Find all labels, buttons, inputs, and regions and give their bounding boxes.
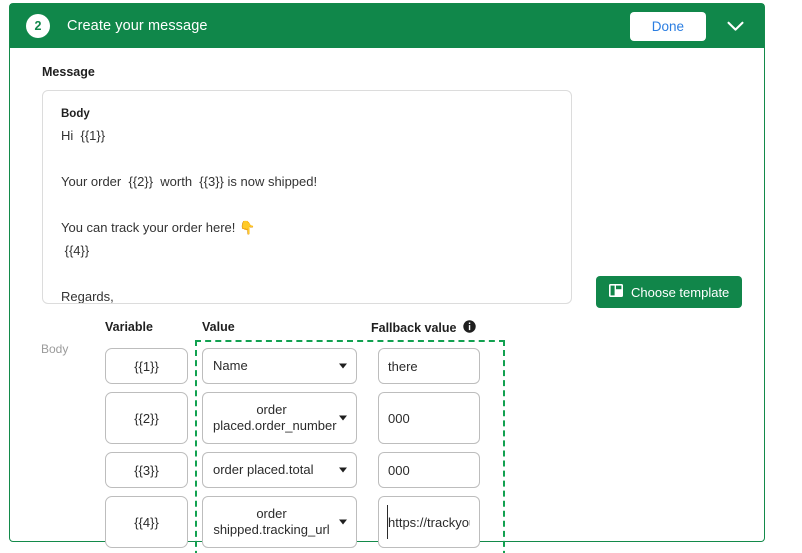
chevron-down-icon[interactable]: [718, 9, 752, 43]
variable-pill: {{1}}: [105, 348, 188, 384]
screen: 2 Create your message Done Message Body …: [0, 0, 802, 553]
value-select[interactable]: order shipped.tracking_url: [202, 496, 357, 548]
message-line-4: {{4}}: [61, 243, 90, 258]
card-header: 2 Create your message Done: [10, 4, 764, 48]
message-section-label: Message: [42, 65, 95, 79]
column-header-fallback-label: Fallback value: [371, 321, 457, 335]
value-select[interactable]: Name: [202, 348, 357, 384]
message-body-textarea[interactable]: Body Hi {{1}} Your order {{2}} worth {{3…: [42, 90, 572, 304]
info-icon[interactable]: [463, 320, 477, 336]
table-row: {{3}} order placed.total 000: [10, 452, 764, 488]
value-select-label: order placed.total: [213, 462, 314, 477]
variable-pill: {{4}}: [105, 496, 188, 548]
value-select-label: order placed.order_number: [213, 402, 337, 433]
chevron-down-icon: [339, 363, 347, 369]
message-blank-3: [61, 262, 553, 285]
table-row: {{2}} order placed.order_number 000: [10, 392, 764, 444]
message-line-1: Hi {{1}}: [61, 128, 106, 143]
variable-pill: {{3}}: [105, 452, 188, 488]
table-column-headers: Variable Value Fallback value: [10, 320, 764, 340]
message-line-3-text: You can track your order here!: [61, 220, 240, 235]
message-body-caption: Body: [61, 108, 90, 120]
message-line-2: Your order {{2}} worth {{3}} is now ship…: [61, 174, 318, 189]
message-blank-1: [61, 147, 553, 170]
page-title: Create your message: [67, 18, 208, 34]
message-line-5: Regards,: [61, 289, 114, 304]
variable-pill-label: {{4}}: [134, 514, 159, 530]
column-header-value: Value: [202, 320, 235, 334]
column-header-fallback: Fallback value: [371, 320, 477, 336]
chevron-down-icon: [339, 415, 347, 421]
chevron-down-icon: [339, 519, 347, 525]
fallback-value-text: 000: [388, 462, 410, 478]
column-header-variable: Variable: [105, 320, 153, 334]
table-row: {{4}} order shipped.tracking_url https://t…: [10, 496, 764, 548]
fallback-value-input[interactable]: there: [378, 348, 480, 384]
step-number-badge: 2: [26, 14, 50, 38]
variable-pill-label: {{2}}: [134, 410, 159, 426]
variable-pill-label: {{1}}: [134, 358, 159, 374]
create-message-card: 2 Create your message Done Message Body …: [9, 3, 765, 553]
template-layout-icon: [609, 284, 623, 300]
fallback-value-text: https://trackyourorder.com: [388, 514, 470, 530]
card-body: Message Body Hi {{1}} Your order {{2}} w…: [10, 48, 764, 553]
variable-pill-label: {{3}}: [134, 462, 159, 478]
chevron-down-icon: [339, 467, 347, 473]
table-row: {{1}} Name there: [10, 348, 764, 384]
variable-pill: {{2}}: [105, 392, 188, 444]
choose-template-label: Choose template: [631, 284, 730, 300]
value-select[interactable]: order placed.total: [202, 452, 357, 488]
fallback-value-input[interactable]: 000: [378, 452, 480, 488]
value-select-label: order shipped.tracking_url: [213, 506, 330, 537]
variables-table-rows: {{1}} Name there {{2}} order placed.order_nu…: [10, 348, 764, 553]
fallback-value-input[interactable]: 000: [378, 392, 480, 444]
fallback-value-input[interactable]: https://trackyourorder.com: [378, 496, 480, 548]
fallback-value-text: 000: [388, 410, 410, 426]
value-select[interactable]: order placed.order_number: [202, 392, 357, 444]
message-blank-2: [61, 193, 553, 216]
pointing-down-hand-icon: 👇: [239, 220, 256, 235]
message-line-3: You can track your order here! 👇: [61, 216, 553, 239]
fallback-value-text: there: [388, 358, 418, 374]
choose-template-button[interactable]: Choose template: [596, 276, 743, 308]
done-button[interactable]: Done: [629, 11, 706, 41]
value-select-label: Name: [213, 358, 248, 373]
